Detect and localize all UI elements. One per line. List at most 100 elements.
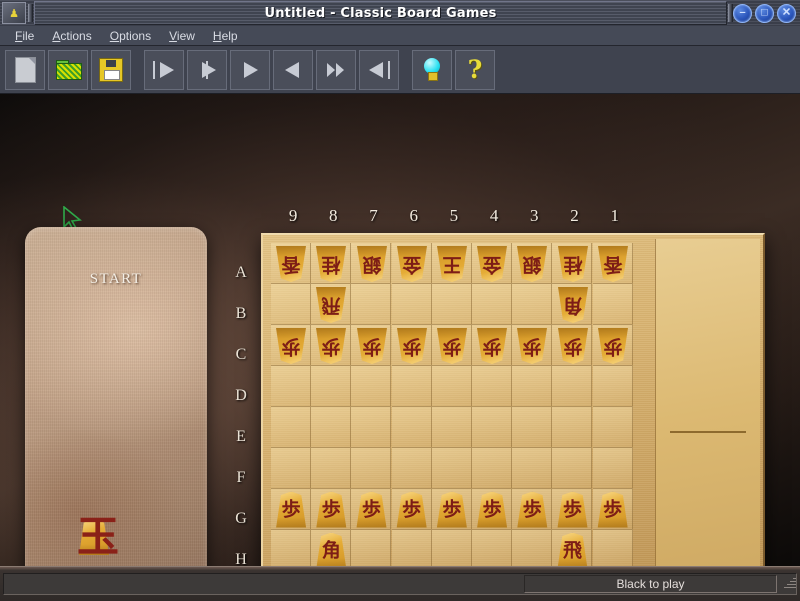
- menu-view[interactable]: View: [160, 28, 204, 44]
- board-cell-E3[interactable]: [512, 407, 553, 448]
- right-hand-panel[interactable]: [655, 239, 760, 566]
- board-cell-F1[interactable]: [592, 448, 633, 489]
- piece-pawn-G3[interactable]: 歩: [515, 491, 549, 528]
- piece-pawn-C3[interactable]: 歩: [515, 328, 549, 364]
- title-bar-text-area[interactable]: Untitled - Classic Board Games: [34, 1, 727, 25]
- resize-grip-icon[interactable]: [782, 575, 796, 591]
- board-cell-D7[interactable]: [351, 366, 392, 407]
- piece-pawn-G7[interactable]: 歩: [355, 491, 389, 528]
- minimize-button[interactable]: –: [733, 3, 752, 23]
- last-move-button[interactable]: [359, 49, 399, 90]
- piece-gold-general-A4[interactable]: 金: [475, 246, 509, 282]
- save-game-button[interactable]: [91, 49, 131, 90]
- board-cell-B5[interactable]: [431, 284, 472, 325]
- piece-silver-general-A3[interactable]: 銀: [515, 246, 549, 282]
- board-cell-D8[interactable]: [311, 366, 352, 407]
- hint-button[interactable]: [412, 49, 452, 90]
- board-cell-H1[interactable]: [592, 530, 633, 566]
- left-hand-panel[interactable]: START 玉: [25, 227, 207, 566]
- piece-pawn-G5[interactable]: 歩: [435, 491, 469, 528]
- fast-forward-button[interactable]: [316, 49, 356, 90]
- board-cell-E7[interactable]: [351, 407, 392, 448]
- open-game-button[interactable]: [48, 49, 88, 90]
- board-cell-F5[interactable]: [431, 448, 472, 489]
- board-cell-F4[interactable]: [472, 448, 512, 489]
- piece-pawn-C7[interactable]: 歩: [355, 328, 389, 364]
- board-cell-D5[interactable]: [431, 366, 472, 407]
- piece-pawn-G6[interactable]: 歩: [395, 491, 429, 528]
- piece-pawn-C2[interactable]: 歩: [556, 328, 590, 364]
- board-cell-D6[interactable]: [391, 366, 432, 407]
- board-grid[interactable]: 香桂銀金王金銀桂香飛角歩歩歩歩歩歩歩歩歩歩歩歩歩歩歩歩歩歩角飛香桂銀金玉金銀桂香: [271, 243, 639, 566]
- piece-pawn-C1[interactable]: 歩: [596, 328, 630, 364]
- board-cell-F9[interactable]: [271, 448, 311, 489]
- player-king-piece[interactable]: 玉: [77, 516, 119, 558]
- previous-move-button[interactable]: [230, 49, 270, 90]
- piece-lance-A1[interactable]: 香: [596, 246, 630, 282]
- board-cell-D3[interactable]: [512, 366, 553, 407]
- board-cell-H6[interactable]: [391, 530, 432, 566]
- maximize-button[interactable]: □: [755, 3, 774, 23]
- piece-pawn-C8[interactable]: 歩: [314, 328, 348, 364]
- board-cell-F8[interactable]: [311, 448, 352, 489]
- shogi-board[interactable]: 香桂銀金王金銀桂香飛角歩歩歩歩歩歩歩歩歩歩歩歩歩歩歩歩歩歩角飛香桂銀金玉金銀桂香: [261, 233, 765, 566]
- board-cell-H9[interactable]: [271, 530, 311, 566]
- piece-silver-general-A7[interactable]: 銀: [355, 246, 389, 282]
- board-cell-E9[interactable]: [271, 407, 311, 448]
- board-cell-H5[interactable]: [431, 530, 472, 566]
- board-cell-E4[interactable]: [472, 407, 512, 448]
- piece-rook-B8[interactable]: 飛: [314, 287, 348, 323]
- piece-pawn-C5[interactable]: 歩: [435, 328, 469, 364]
- board-cell-H4[interactable]: [472, 530, 512, 566]
- board-cell-D2[interactable]: [552, 366, 593, 407]
- menu-actions[interactable]: Actions: [43, 28, 100, 44]
- piece-pawn-C6[interactable]: 歩: [395, 328, 429, 364]
- piece-bishop-H8[interactable]: 角: [314, 532, 348, 566]
- board-cell-D1[interactable]: [592, 366, 633, 407]
- board-cell-B1[interactable]: [592, 284, 633, 325]
- piece-gold-general-A6[interactable]: 金: [395, 246, 429, 282]
- board-cell-H7[interactable]: [351, 530, 392, 566]
- help-button[interactable]: ?: [455, 49, 495, 90]
- board-cell-H3[interactable]: [512, 530, 553, 566]
- board-cell-B4[interactable]: [472, 284, 512, 325]
- next-move-button[interactable]: [273, 49, 313, 90]
- board-cell-E1[interactable]: [592, 407, 633, 448]
- piece-pawn-G2[interactable]: 歩: [556, 491, 590, 528]
- board-cell-B7[interactable]: [351, 284, 392, 325]
- menu-help[interactable]: Help: [204, 28, 247, 44]
- board-cell-F6[interactable]: [391, 448, 432, 489]
- new-game-button[interactable]: [5, 49, 45, 90]
- board-cell-F3[interactable]: [512, 448, 553, 489]
- board-cell-E8[interactable]: [311, 407, 352, 448]
- start-label: START: [89, 271, 143, 287]
- piece-bishop-B2[interactable]: 角: [556, 287, 590, 323]
- board-cell-B6[interactable]: [391, 284, 432, 325]
- board-cell-E5[interactable]: [431, 407, 472, 448]
- board-cell-E6[interactable]: [391, 407, 432, 448]
- piece-pawn-G1[interactable]: 歩: [596, 491, 630, 528]
- piece-knight-A2[interactable]: 桂: [556, 246, 590, 282]
- menu-file[interactable]: File: [6, 28, 43, 44]
- board-cell-D4[interactable]: [472, 366, 512, 407]
- piece-pawn-G8[interactable]: 歩: [314, 491, 348, 528]
- menu-options[interactable]: Options: [101, 28, 160, 44]
- piece-pawn-G9[interactable]: 歩: [274, 491, 308, 528]
- piece-king-ou-A5[interactable]: 王: [435, 246, 469, 282]
- piece-pawn-G4[interactable]: 歩: [475, 491, 509, 528]
- piece-rook-H2[interactable]: 飛: [556, 532, 590, 566]
- piece-pawn-C9[interactable]: 歩: [274, 328, 308, 364]
- board-cell-F2[interactable]: [552, 448, 593, 489]
- title-bar: ♟ Untitled - Classic Board Games – □ ✕: [0, 0, 800, 27]
- previous-all-button[interactable]: [187, 49, 227, 90]
- board-cell-E2[interactable]: [552, 407, 593, 448]
- piece-pawn-C4[interactable]: 歩: [475, 328, 509, 364]
- piece-lance-A9[interactable]: 香: [274, 246, 308, 282]
- piece-knight-A8[interactable]: 桂: [314, 246, 348, 282]
- board-cell-B3[interactable]: [512, 284, 553, 325]
- board-cell-F7[interactable]: [351, 448, 392, 489]
- first-move-button[interactable]: [144, 49, 184, 90]
- board-cell-D9[interactable]: [271, 366, 311, 407]
- board-cell-B9[interactable]: [271, 284, 311, 325]
- close-button[interactable]: ✕: [777, 3, 796, 23]
